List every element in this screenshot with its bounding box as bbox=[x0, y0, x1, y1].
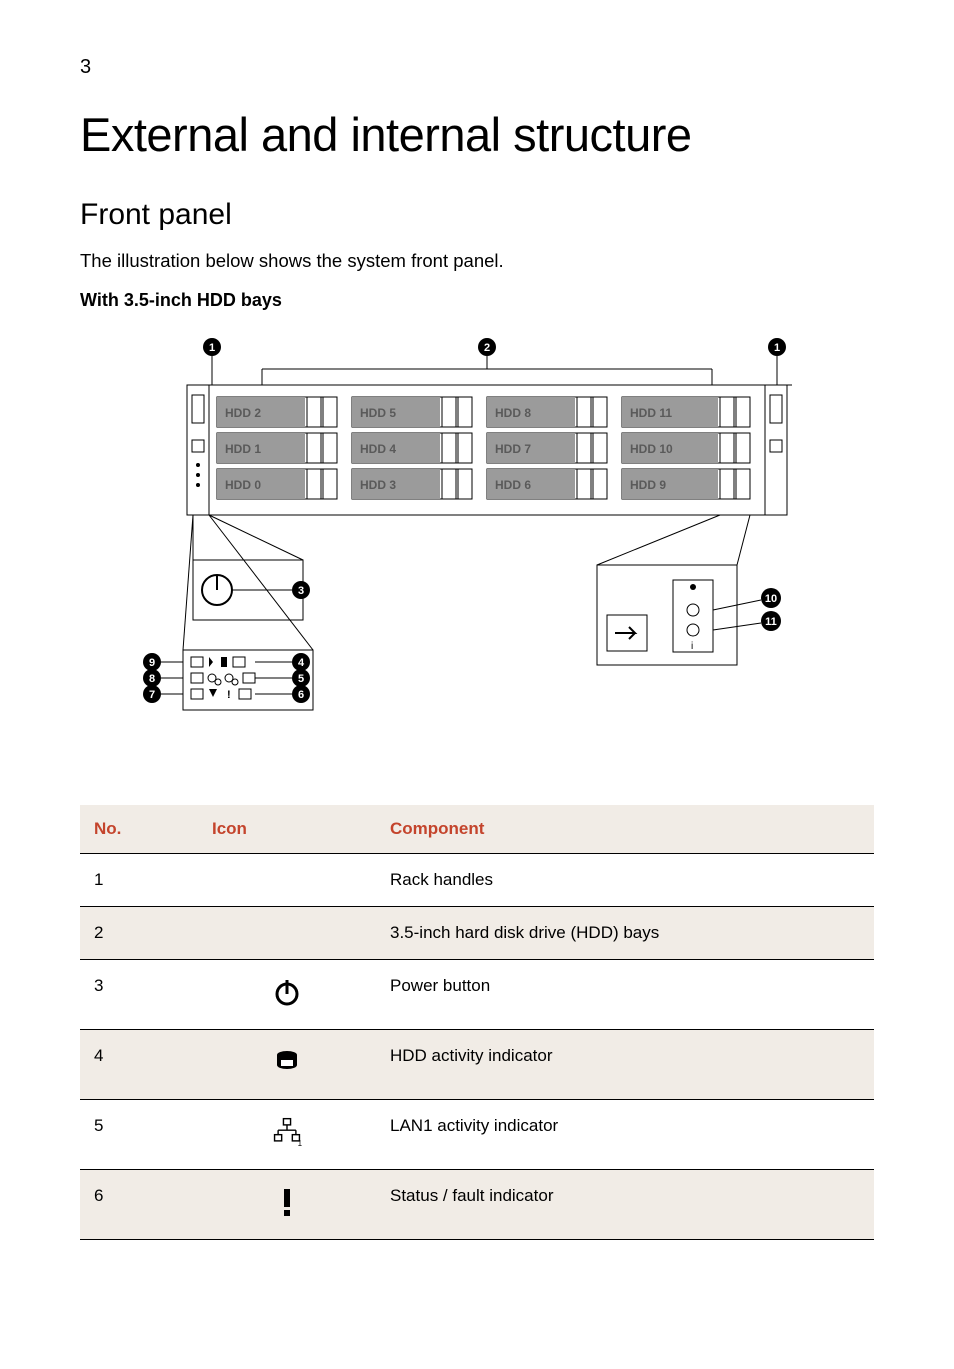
page-number: 3 bbox=[80, 56, 874, 79]
hdd-bay-10: HDD 10 bbox=[622, 433, 750, 463]
svg-text:7: 7 bbox=[149, 689, 155, 701]
cell-no: 2 bbox=[80, 907, 198, 960]
intro-text: The illustration below shows the system … bbox=[80, 250, 874, 272]
svg-text:8: 8 bbox=[149, 673, 155, 685]
front-panel-diagram: HDD 2 HDD 1 HDD 0 HDD 5 HDD 4 HDD 3 HDD … bbox=[80, 325, 874, 745]
component-table: No. Icon Component 1 Rack handles 2 3.5-… bbox=[80, 805, 874, 1240]
svg-text:HDD 2: HDD 2 bbox=[225, 406, 261, 420]
cell-component: Status / fault indicator bbox=[376, 1170, 874, 1240]
cell-component: LAN1 activity indicator bbox=[376, 1100, 874, 1170]
table-row: 2 3.5-inch hard disk drive (HDD) bays bbox=[80, 907, 874, 960]
cell-no: 3 bbox=[80, 960, 198, 1030]
table-row: 4 HDD activity indicator bbox=[80, 1030, 874, 1100]
svg-text:10: 10 bbox=[765, 593, 777, 605]
table-row: 6 Status / fault indicator bbox=[80, 1170, 874, 1240]
th-component: Component bbox=[376, 805, 874, 854]
hdd-bay-0: HDD 0 bbox=[217, 469, 337, 499]
cell-component: Power button bbox=[376, 960, 874, 1030]
hdd-bay-4: HDD 4 bbox=[352, 433, 472, 463]
cell-no: 5 bbox=[80, 1100, 198, 1170]
th-icon: Icon bbox=[198, 805, 376, 854]
cell-no: 6 bbox=[80, 1170, 198, 1240]
svg-text:HDD 5: HDD 5 bbox=[360, 406, 396, 420]
svg-text:5: 5 bbox=[298, 673, 304, 685]
table-row: 1 Rack handles bbox=[80, 854, 874, 907]
svg-text:1: 1 bbox=[298, 1139, 303, 1148]
cell-icon bbox=[198, 960, 376, 1030]
cell-icon bbox=[198, 1030, 376, 1100]
detail-power: 3 bbox=[193, 515, 310, 620]
svg-text:HDD 10: HDD 10 bbox=[630, 442, 673, 456]
page-title: External and internal structure bbox=[80, 107, 874, 162]
hdd-bay-11: HDD 11 bbox=[622, 397, 750, 427]
hdd-bay-8: HDD 8 bbox=[487, 397, 607, 427]
diagram-svg: HDD 2 HDD 1 HDD 0 HDD 5 HDD 4 HDD 3 HDD … bbox=[117, 325, 837, 745]
hdd-bay-5: HDD 5 bbox=[352, 397, 472, 427]
cell-no: 1 bbox=[80, 854, 198, 907]
table-header-row: No. Icon Component bbox=[80, 805, 874, 854]
hdd-bay-6: HDD 6 bbox=[487, 469, 607, 499]
page: 3 External and internal structure Front … bbox=[0, 0, 954, 1300]
svg-text:11: 11 bbox=[765, 616, 777, 628]
table-row: 5 1 LAN1 activity indicator bbox=[80, 1100, 874, 1170]
cell-icon bbox=[198, 907, 376, 960]
svg-text:3: 3 bbox=[298, 585, 304, 597]
svg-text:HDD 1: HDD 1 bbox=[225, 442, 261, 456]
hdd-bay-1: HDD 1 bbox=[217, 433, 337, 463]
hdd-bay-7: HDD 7 bbox=[487, 433, 607, 463]
hdd-bay-9: HDD 9 bbox=[622, 469, 750, 499]
svg-text:HDD 11: HDD 11 bbox=[630, 406, 672, 420]
svg-text:HDD 7: HDD 7 bbox=[495, 442, 531, 456]
th-no: No. bbox=[80, 805, 198, 854]
power-icon bbox=[271, 976, 303, 1008]
cell-component: 3.5-inch hard disk drive (HDD) bays bbox=[376, 907, 874, 960]
callout-2: 2 bbox=[262, 338, 712, 385]
callout-1-right: 1 bbox=[762, 338, 792, 385]
cell-icon: 1 bbox=[198, 1100, 376, 1170]
svg-text:HDD 4: HDD 4 bbox=[360, 442, 396, 456]
svg-text:HDD 9: HDD 9 bbox=[630, 478, 666, 492]
hdd-bays: HDD 2 HDD 1 HDD 0 HDD 5 HDD 4 HDD 3 HDD … bbox=[217, 397, 750, 499]
hdd-icon bbox=[271, 1046, 303, 1078]
svg-text:HDD 6: HDD 6 bbox=[495, 478, 531, 492]
callout-1-left: 1 bbox=[197, 338, 227, 385]
status-icon bbox=[271, 1186, 303, 1218]
svg-text:HDD 3: HDD 3 bbox=[360, 478, 396, 492]
cell-no: 4 bbox=[80, 1030, 198, 1100]
cell-icon bbox=[198, 1170, 376, 1240]
svg-text:2: 2 bbox=[484, 342, 490, 354]
cell-component: HDD activity indicator bbox=[376, 1030, 874, 1100]
section-heading: Front panel bbox=[80, 198, 874, 232]
svg-text:4: 4 bbox=[298, 657, 305, 669]
svg-text:1: 1 bbox=[209, 342, 215, 354]
svg-text:9: 9 bbox=[149, 657, 155, 669]
svg-text:HDD 8: HDD 8 bbox=[495, 406, 531, 420]
hdd-bay-2: HDD 2 bbox=[217, 397, 337, 427]
lan1-icon: 1 bbox=[271, 1116, 303, 1148]
svg-text:!: ! bbox=[227, 689, 231, 701]
svg-text:1: 1 bbox=[774, 342, 780, 354]
table-row: 3 Power button bbox=[80, 960, 874, 1030]
detail-led-panel: ! 4 5 6 9 8 7 bbox=[143, 515, 313, 710]
svg-text:6: 6 bbox=[298, 689, 304, 701]
svg-text:i: i bbox=[691, 641, 693, 652]
cell-icon bbox=[198, 854, 376, 907]
detail-hotswap: i 10 11 bbox=[597, 515, 781, 665]
subheading: With 3.5-inch HDD bays bbox=[80, 290, 874, 311]
hdd-bay-3: HDD 3 bbox=[352, 469, 472, 499]
cell-component: Rack handles bbox=[376, 854, 874, 907]
svg-text:HDD 0: HDD 0 bbox=[225, 478, 261, 492]
